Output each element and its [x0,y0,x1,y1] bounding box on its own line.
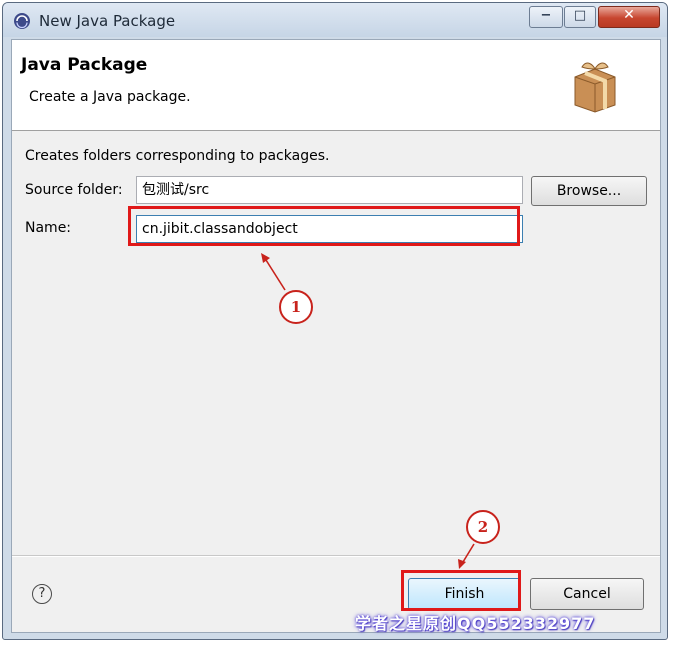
separator [12,555,660,557]
package-icon [574,62,616,113]
banner-description: Create a Java package. [29,89,191,105]
cancel-button[interactable]: Cancel [530,578,644,610]
source-folder-label: Source folder: [25,182,123,198]
browse-button[interactable]: Browse... [531,176,647,206]
minimize-icon: − [540,8,552,23]
close-button[interactable]: ✕ [598,6,660,28]
title-bar[interactable]: New Java Package − □ ✕ [3,3,667,37]
source-folder-input[interactable]: 包测试/src [136,176,523,204]
finish-button-highlight [401,570,521,611]
intro-text: Creates folders corresponding to package… [25,148,330,164]
step-marker-2: 2 [466,510,500,544]
maximize-icon: □ [573,8,587,23]
new-java-package-dialog: New Java Package − □ ✕ Java Package Crea… [2,2,668,640]
dialog-body: Java Package Create a Java package. Crea… [11,39,661,633]
help-icon[interactable]: ? [32,584,52,604]
wizard-banner: Java Package Create a Java package. [12,40,660,131]
minimize-button[interactable]: − [529,6,563,28]
eclipse-icon [14,13,30,29]
watermark: 学者之星原创QQ552332977 [355,614,596,633]
name-field-highlight [128,206,520,246]
step-marker-1: 1 [279,290,313,324]
window-title: New Java Package [39,12,176,30]
maximize-button[interactable]: □ [564,6,596,28]
banner-title: Java Package [21,55,148,75]
close-icon: ✕ [623,7,635,23]
name-label: Name: [25,220,72,236]
